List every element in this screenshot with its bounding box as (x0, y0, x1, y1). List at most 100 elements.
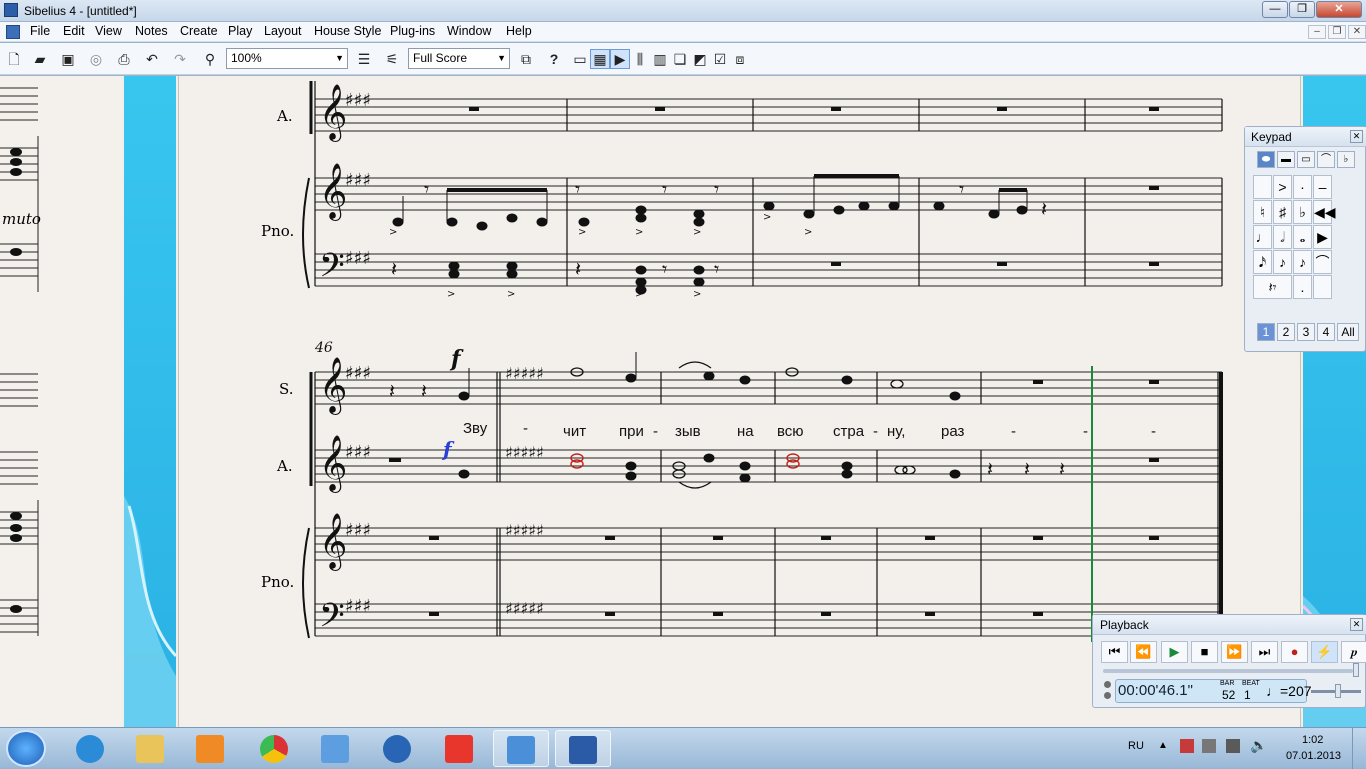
keypad-tab-common-notes[interactable]: ⬬ (1257, 151, 1275, 168)
lyric-syllable[interactable]: на (737, 423, 754, 440)
keypad-eighth-note-alt-icon[interactable]: ♪ (1293, 250, 1312, 274)
maximize-button[interactable]: ❐ (1289, 1, 1315, 18)
keypad-flat-icon[interactable]: ♭ (1293, 200, 1312, 224)
rewind-to-start-icon[interactable]: ⏮ (1101, 641, 1128, 663)
taskbar-word[interactable] (555, 730, 611, 767)
mixer-icon[interactable]: ⫼ (630, 49, 650, 69)
close-button[interactable]: ✕ (1316, 1, 1362, 18)
fast-forward-icon[interactable]: ⏩ (1221, 641, 1248, 663)
keypad-sixteenth-note-icon[interactable]: 𝅘𝅥𝅯 (1253, 250, 1272, 274)
menu-house-style[interactable]: House Style (314, 24, 381, 38)
lyric-syllable[interactable]: при (619, 423, 644, 440)
menu-file[interactable]: File (30, 24, 50, 38)
keypad-layout-4[interactable]: 4 (1317, 323, 1335, 341)
timeline-slider-thumb[interactable] (1353, 663, 1359, 677)
network-icon[interactable] (1226, 739, 1240, 753)
tray-flag-icon[interactable] (1180, 739, 1194, 753)
document-icon[interactable] (6, 25, 20, 39)
rewind-icon[interactable]: ⏪ (1130, 641, 1157, 663)
keypad-tab-beams[interactable]: ▭ (1297, 151, 1315, 168)
menu-create[interactable]: Create (180, 24, 218, 38)
open-icon[interactable]: ▰ (30, 49, 50, 69)
keypad-layout-1[interactable]: 1 (1257, 323, 1275, 341)
windows-icon[interactable]: ⧈ (730, 49, 750, 69)
playback-header[interactable]: Playback ✕ (1093, 615, 1366, 635)
zoom-combo[interactable]: 100% ▼ (226, 48, 348, 69)
navigator-icon[interactable]: ▭ (570, 49, 590, 69)
volume-icon[interactable]: 🔈 (1250, 737, 1267, 754)
stop-icon[interactable]: ■ (1191, 641, 1218, 663)
keypad-sharp-icon[interactable]: ♯ (1273, 200, 1292, 224)
menu-layout[interactable]: Layout (264, 24, 302, 38)
playback-close-button[interactable]: ✕ (1350, 618, 1363, 631)
show-desktop-button[interactable] (1352, 728, 1366, 769)
taskbar-mail-agent[interactable] (369, 730, 425, 767)
video-icon[interactable]: ▥ (650, 49, 670, 69)
properties-icon[interactable]: ◩ (690, 49, 710, 69)
menu-notes[interactable]: Notes (135, 24, 168, 38)
espressivo-icon[interactable]: 𝆏 (1341, 641, 1366, 663)
keypad-accent-icon[interactable]: > (1273, 175, 1292, 199)
keypad-tab-articulations[interactable]: ⌒ (1317, 151, 1335, 168)
record-icon[interactable]: ● (1281, 641, 1308, 663)
lyric-syllable[interactable]: чит (563, 423, 586, 440)
keypad-play-icon[interactable]: ▶ (1313, 225, 1332, 249)
tempo-slider-thumb[interactable] (1335, 684, 1341, 698)
keypad-staccato-icon[interactable]: · (1293, 175, 1312, 199)
dynamic-forte-alto-selected[interactable]: f (441, 437, 455, 461)
keypad-tab-accidentals[interactable]: ♭ (1337, 151, 1355, 168)
keypad-rest-icon[interactable]: 𝄽𝄾 (1253, 275, 1292, 299)
extract-parts-icon[interactable]: ⧉ (516, 49, 536, 69)
minimize-button[interactable]: — (1262, 1, 1288, 18)
undo-icon[interactable]: ↶ (142, 49, 162, 69)
keypad-eighth-note-icon[interactable]: ♪ (1273, 250, 1292, 274)
start-button[interactable] (6, 730, 46, 767)
keypad-whole-note-icon[interactable]: 𝅝 (1293, 225, 1312, 249)
parts-icon[interactable]: ⚟ (382, 49, 402, 69)
lyric-syllable[interactable]: ну, (887, 423, 905, 440)
tray-expand-icon[interactable]: ▲ (1158, 740, 1168, 751)
menu-help[interactable]: Help (506, 24, 532, 38)
keypad-layout-2[interactable]: 2 (1277, 323, 1295, 341)
lyric-syllable[interactable]: стра (833, 423, 864, 440)
new-icon[interactable]: 🗋 (4, 49, 24, 69)
clock-date[interactable]: 07.01.2013 (1286, 750, 1341, 762)
taskbar-chrome[interactable] (246, 730, 302, 767)
live-playback-icon[interactable]: ⚡ (1311, 641, 1338, 663)
ideas-icon[interactable]: ❏ (670, 49, 690, 69)
taskbar-ie[interactable] (62, 730, 118, 767)
focus-staves-icon[interactable]: ☰ (354, 49, 374, 69)
lyric-syllable[interactable]: всю (777, 423, 804, 440)
keypad-blank[interactable] (1253, 175, 1272, 199)
play-icon[interactable]: ▶ (1161, 641, 1188, 663)
keypad-dot-icon[interactable]: . (1293, 275, 1312, 299)
menu-plug-ins[interactable]: Plug-ins (390, 24, 435, 38)
save-icon[interactable]: ▣ (58, 49, 78, 69)
lyric-syllable[interactable]: зыв (675, 423, 701, 440)
mdi-close-button[interactable]: ✕ (1348, 25, 1366, 39)
taskbar-mail[interactable] (307, 730, 363, 767)
keypad-natural-icon[interactable]: ♮ (1253, 200, 1272, 224)
menu-view[interactable]: View (95, 24, 122, 38)
keypad-close-button[interactable]: ✕ (1350, 130, 1363, 143)
timeline-slider[interactable] (1103, 669, 1353, 673)
keypad-layout-all[interactable]: All (1337, 323, 1359, 341)
mdi-restore-button[interactable]: ❐ (1328, 25, 1346, 39)
keypad-half-note-icon[interactable]: 𝅗𝅥 (1273, 225, 1292, 249)
zoom-icon[interactable]: ⚲ (200, 49, 220, 69)
menu-window[interactable]: Window (447, 24, 491, 38)
playback-toggle-icon[interactable]: ▶ (610, 49, 630, 69)
lyric-syllable[interactable]: раз (941, 423, 964, 440)
redo-icon[interactable]: ↷ (170, 49, 190, 69)
taskbar-media-player[interactable] (182, 730, 238, 767)
print-icon[interactable]: ⎙ (114, 49, 134, 69)
menu-edit[interactable]: Edit (63, 24, 85, 38)
language-indicator[interactable]: RU (1128, 740, 1144, 752)
tray-device-icon[interactable] (1202, 739, 1216, 753)
dynamic-forte-soprano[interactable]: f (449, 346, 464, 372)
filter-icon[interactable]: ☑ (710, 49, 730, 69)
clock-time[interactable]: 1:02 (1302, 734, 1323, 746)
taskbar-explorer[interactable] (122, 730, 178, 767)
keypad-tenuto-icon[interactable]: – (1313, 175, 1332, 199)
keypad-rewind-icon[interactable]: ◀◀ (1313, 200, 1336, 224)
